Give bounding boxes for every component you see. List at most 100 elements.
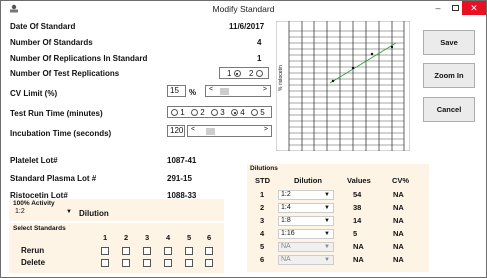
run-time-option-5-label: 5	[260, 108, 265, 117]
cv-limit-input[interactable]: 15	[167, 85, 186, 97]
delete-checkbox-5[interactable]	[185, 259, 193, 267]
incubation-slider-thumb[interactable]	[206, 128, 215, 135]
rerun-checkbox-3[interactable]	[143, 247, 151, 255]
dilution-row: 5 NA ▼ NA NA	[247, 242, 429, 254]
dilution-std: 4	[260, 229, 265, 238]
test-repl-radio-2[interactable]	[255, 70, 263, 77]
dilution-cv: NA	[393, 216, 404, 225]
cv-unit-label: %	[189, 88, 197, 97]
dilution-std: 2	[260, 203, 265, 212]
test-repl-option-1[interactable]: 1	[227, 69, 241, 78]
dilution-select-value: 1:16	[281, 230, 295, 237]
run-time-radio-2[interactable]	[191, 109, 198, 116]
standard-column-6: 6	[207, 233, 212, 242]
activity-dilution-value: 1:2	[15, 208, 25, 215]
run-time-option-1[interactable]: 1	[171, 108, 185, 117]
minimize-button[interactable]: –	[428, 1, 448, 15]
incubation-slider[interactable]: < >	[187, 125, 272, 137]
dilution-cv: NA	[393, 242, 404, 251]
save-button[interactable]: Save	[423, 30, 475, 55]
test-repl-option-2-label: 2	[249, 69, 254, 78]
dilution-select-value: 1:4	[281, 204, 291, 211]
dilution-select: NA ▼	[278, 255, 334, 265]
dilution-row: 4 1:16 ▼ 5 NA	[247, 229, 429, 241]
chevron-down-icon: ▼	[66, 209, 72, 215]
window-title: Modify Standard	[212, 4, 275, 14]
test-repl-radio-1[interactable]	[233, 70, 241, 77]
delete-checkbox-4[interactable]	[164, 259, 172, 267]
chart-point	[370, 52, 374, 56]
dilution-value: 14	[353, 216, 362, 225]
dilution-select[interactable]: 1:8 ▼	[278, 216, 334, 226]
incubation-input[interactable]: 120	[167, 125, 185, 137]
dilutions-title: Dilutions	[250, 165, 278, 172]
standard-column-3: 3	[145, 233, 150, 242]
dilution-select[interactable]: 1:4 ▼	[278, 203, 334, 213]
run-time-option-1-label: 1	[180, 108, 185, 117]
chevron-left-icon[interactable]: <	[209, 86, 213, 93]
rerun-checkbox-5[interactable]	[185, 247, 193, 255]
chevron-left-icon[interactable]: <	[191, 126, 195, 133]
num-replications-standard-value: 1	[257, 54, 262, 63]
cv-slider-thumb[interactable]	[220, 88, 229, 95]
dilution-std: 6	[260, 255, 265, 264]
run-time-radio-1[interactable]	[171, 109, 178, 116]
dilution-select[interactable]: 1:2 ▼	[278, 190, 334, 200]
run-time-label: Test Run Time (minutes)	[10, 109, 103, 118]
standard-column-4: 4	[166, 233, 171, 242]
title-bar: Modify Standard – ✕	[1, 1, 486, 17]
dilution-select-value: 1:2	[281, 191, 291, 198]
delete-checkbox-1[interactable]	[101, 259, 109, 267]
dilution-cv: NA	[393, 203, 404, 212]
chevron-down-icon: ▼	[324, 205, 330, 211]
header-std: STD	[255, 176, 270, 185]
dilution-select-value: NA	[281, 256, 291, 263]
zoom-in-button[interactable]: Zoom In	[423, 63, 475, 88]
plasma-lot-value: 291-15	[167, 174, 192, 183]
cv-limit-slider[interactable]: < >	[205, 85, 271, 97]
dilution-row: 2 1:4 ▼ 38 NA	[247, 203, 429, 215]
dilution-std: 3	[260, 216, 265, 225]
dilution-select-value: 1:8	[281, 217, 291, 224]
delete-checkbox-3[interactable]	[143, 259, 151, 267]
run-time-radio-3[interactable]	[211, 109, 218, 116]
run-time-radio-4[interactable]	[231, 109, 238, 116]
dilution-value: 38	[353, 203, 362, 212]
rerun-checkbox-2[interactable]	[122, 247, 130, 255]
cancel-button[interactable]: Cancel	[423, 97, 475, 122]
maximize-button[interactable]	[448, 1, 462, 15]
run-time-option-3-label: 3	[220, 108, 225, 117]
dilution-value: 5	[353, 229, 358, 238]
run-time-option-2[interactable]: 2	[191, 108, 205, 117]
dilution-cv: NA	[393, 255, 404, 264]
dilution-select[interactable]: 1:16 ▼	[278, 229, 334, 239]
run-time-radio-5[interactable]	[251, 109, 258, 116]
close-button[interactable]: ✕	[462, 1, 486, 15]
dilution-std: 1	[260, 190, 265, 199]
test-repl-option-1-label: 1	[227, 69, 232, 78]
activity-dilution-select[interactable]: 1:2 ▼	[13, 208, 75, 219]
dilution-value: 54	[353, 190, 362, 199]
run-time-option-3[interactable]: 3	[211, 108, 225, 117]
dilution-select-value: NA	[281, 243, 291, 250]
dilution-cv: NA	[393, 229, 404, 238]
run-time-option-5[interactable]: 5	[251, 108, 265, 117]
dilution-cv: NA	[393, 190, 404, 199]
chevron-right-icon[interactable]: >	[264, 126, 268, 133]
dilution-select: NA ▼	[278, 242, 334, 252]
dilutions-header-row: STD Dilution Values CV%	[247, 176, 429, 186]
chevron-right-icon[interactable]: >	[263, 86, 267, 93]
rerun-label: Rerun	[21, 246, 45, 255]
rerun-checkbox-4[interactable]	[164, 247, 172, 255]
test-repl-option-2[interactable]: 2	[249, 69, 263, 78]
dilution-row: 3 1:8 ▼ 14 NA	[247, 216, 429, 228]
platelet-lot-value: 1087-41	[167, 156, 197, 165]
delete-checkbox-2[interactable]	[122, 259, 130, 267]
delete-checkbox-6[interactable]	[205, 259, 213, 267]
rerun-checkbox-1[interactable]	[101, 247, 109, 255]
platelet-lot-label: Platelet Lot#	[10, 156, 58, 165]
rerun-checkbox-6[interactable]	[205, 247, 213, 255]
activity-panel: 100% Activity 1:2 ▼ Dilution	[9, 199, 224, 221]
run-time-option-4[interactable]: 4	[231, 108, 245, 117]
chevron-down-icon: ▼	[324, 257, 330, 263]
